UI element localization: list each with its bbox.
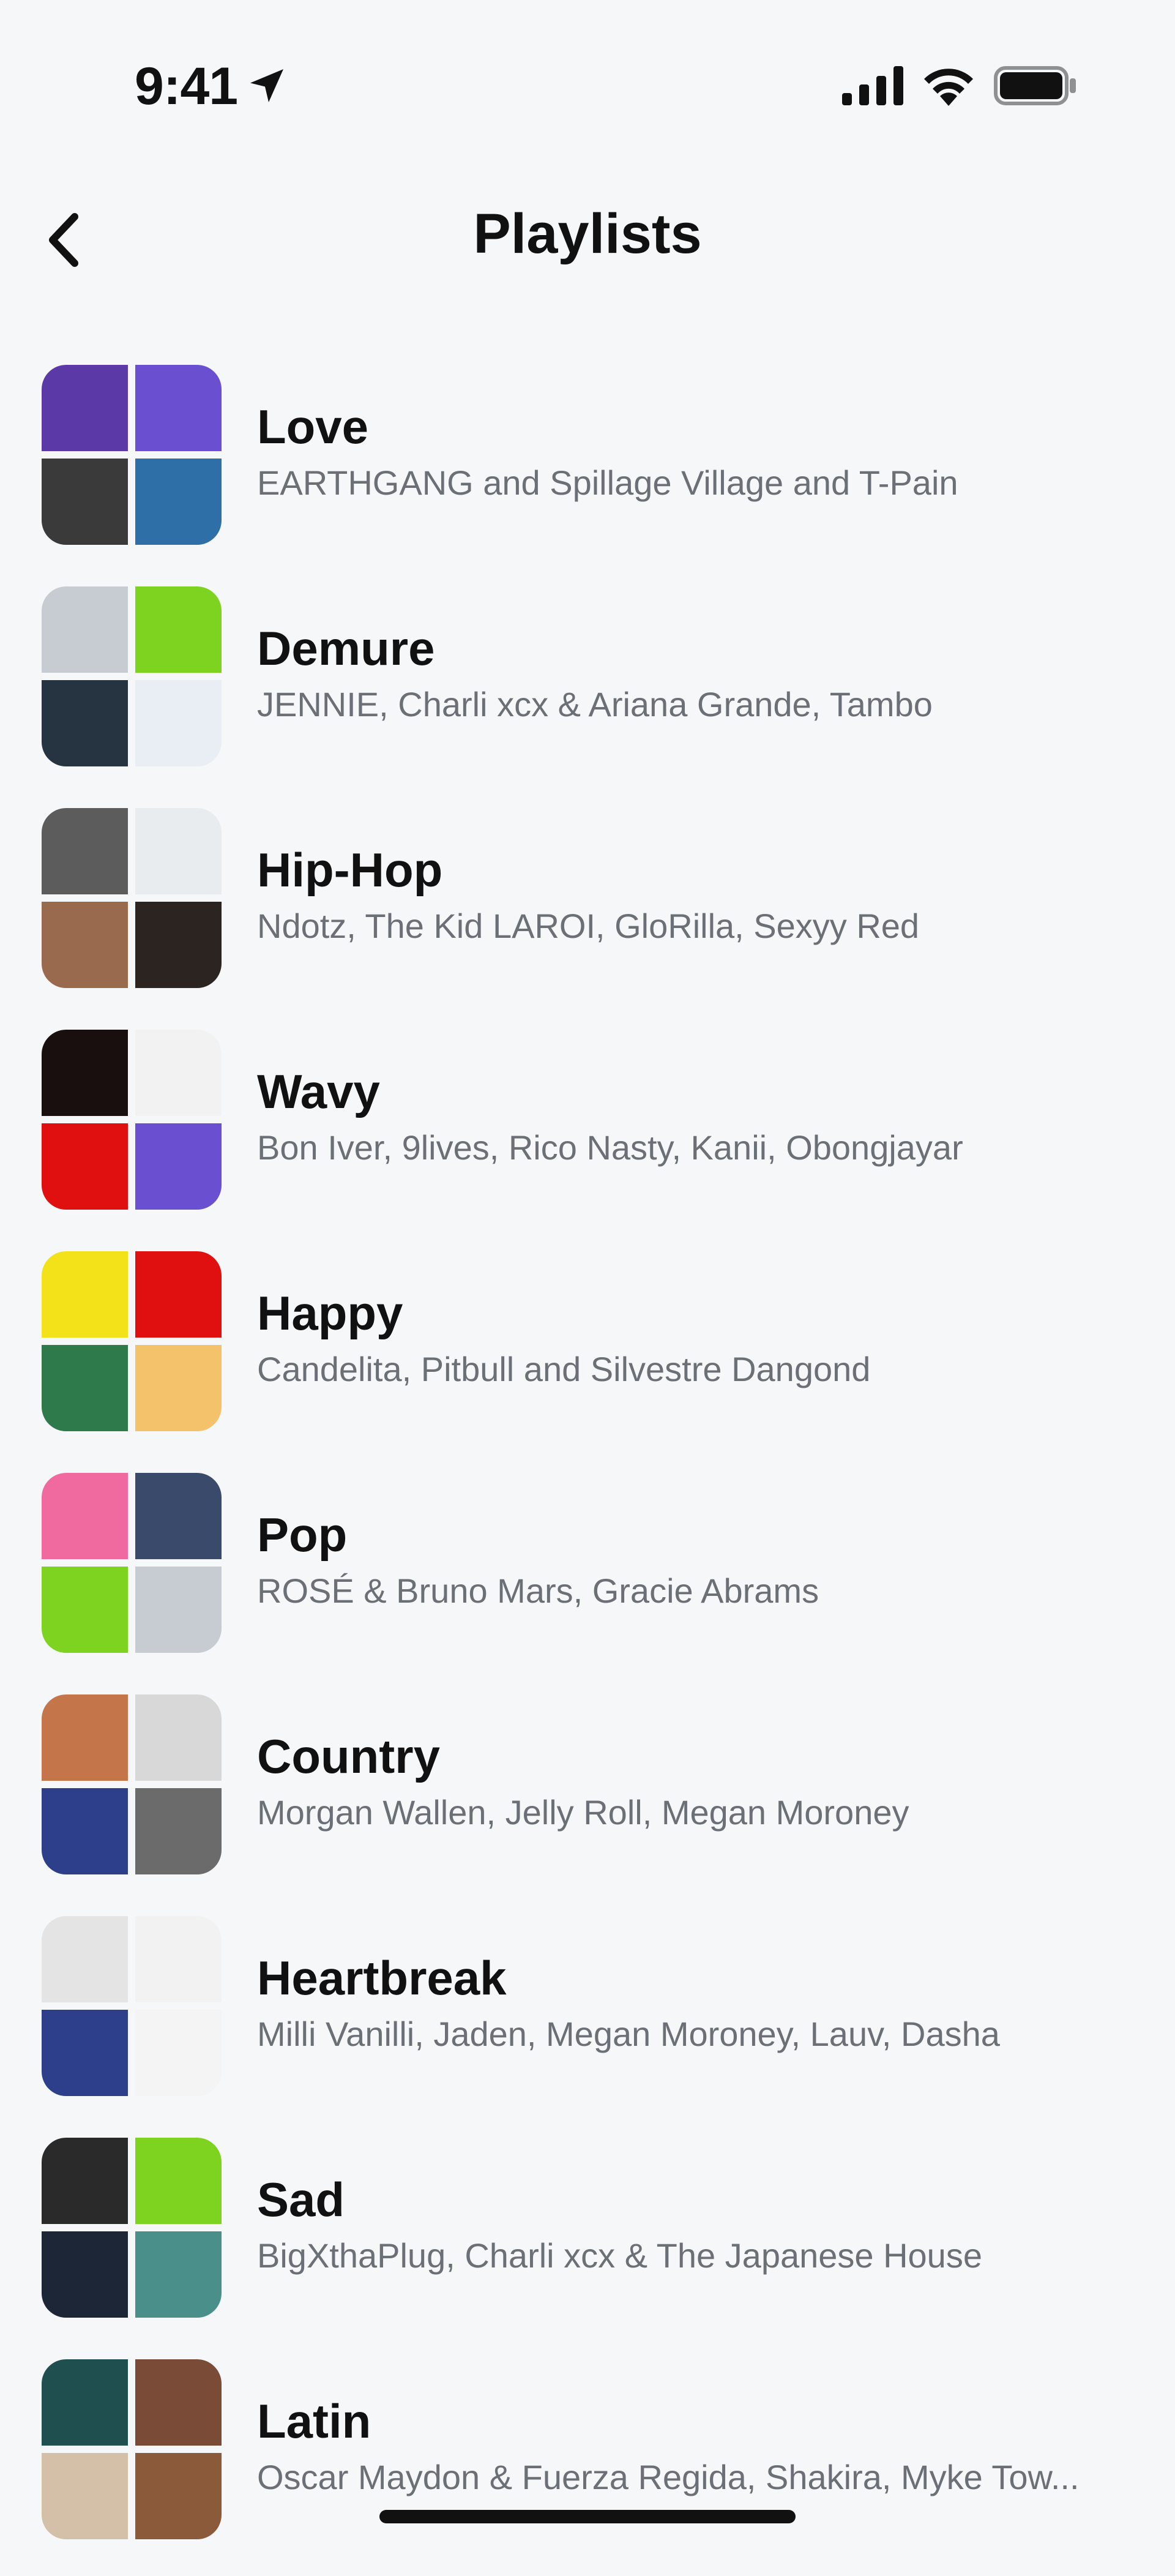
- album-art: [42, 2010, 128, 2096]
- album-art: [135, 680, 222, 766]
- album-art: [135, 1916, 222, 2002]
- playlist-artists: Oscar Maydon & Fuerza Regida, Shakira, M…: [257, 2458, 1080, 2496]
- playlist-title: Demure: [257, 621, 435, 675]
- album-art: [42, 1473, 128, 1559]
- page-title: Playlists: [473, 203, 702, 265]
- wifi-icon: [924, 69, 973, 106]
- playlist-artists: Candelita, Pitbull and Silvestre Dangond: [257, 1350, 871, 1388]
- playlist-row-hip-hop[interactable]: Hip-Hop Ndotz, The Kid LAROI, GloRilla, …: [0, 803, 1175, 1025]
- playlist-title: Latin: [257, 2394, 371, 2448]
- album-art: [135, 1567, 222, 1653]
- album-art: [135, 2453, 222, 2539]
- cellular-signal-icon: [842, 66, 903, 105]
- album-art: [135, 1123, 222, 1210]
- playlist-list: Love EARTHGANG and Spillage Village and …: [0, 360, 1175, 2576]
- playlist-artists: JENNIE, Charli xcx & Ariana Grande, Tamb…: [257, 685, 933, 724]
- playlist-title: Pop: [257, 1508, 348, 1562]
- album-art: [42, 586, 128, 673]
- playlist-row-heartbreak[interactable]: Heartbreak Milli Vanilli, Jaden, Megan M…: [0, 1911, 1175, 2133]
- album-art: [135, 2359, 222, 2446]
- album-art: [135, 459, 222, 545]
- playlist-artists: EARTHGANG and Spillage Village and T-Pai…: [257, 463, 958, 502]
- playlist-title: Love: [257, 400, 369, 454]
- album-art: [42, 808, 128, 894]
- playlist-title: Country: [257, 1729, 440, 1783]
- playlist-artists: Milli Vanilli, Jaden, Megan Moroney, Lau…: [257, 2015, 1000, 2053]
- album-art: [42, 1567, 128, 1653]
- playlist-title: Heartbreak: [257, 1951, 507, 2005]
- playlist-cover: [42, 1473, 222, 1653]
- album-art: [135, 2010, 222, 2096]
- album-art: [42, 2138, 128, 2224]
- album-art: [42, 2359, 128, 2446]
- playlist-row-wavy[interactable]: Wavy Bon Iver, 9lives, Rico Nasty, Kanii…: [0, 1025, 1175, 1246]
- album-art: [42, 365, 128, 451]
- album-art: [42, 1251, 128, 1338]
- album-art: [135, 902, 222, 988]
- album-art: [42, 1788, 128, 1874]
- playlist-cover: [42, 2138, 222, 2318]
- playlist-title: Hip-Hop: [257, 843, 443, 897]
- album-art: [42, 1694, 128, 1781]
- playlist-cover: [42, 1916, 222, 2096]
- album-art: [135, 1345, 222, 1431]
- playlist-artists: ROSÉ & Bruno Mars, Gracie Abrams: [257, 1571, 819, 1610]
- playlist-row-love[interactable]: Love EARTHGANG and Spillage Village and …: [0, 360, 1175, 582]
- playlist-cover: [42, 1251, 222, 1431]
- playlist-artists: Bon Iver, 9lives, Rico Nasty, Kanii, Obo…: [257, 1128, 963, 1167]
- album-art: [135, 365, 222, 451]
- playlist-row-pop[interactable]: Pop ROSÉ & Bruno Mars, Gracie Abrams: [0, 1468, 1175, 1690]
- playlist-row-country[interactable]: Country Morgan Wallen, Jelly Roll, Megan…: [0, 1690, 1175, 1911]
- playlist-row-demure[interactable]: Demure JENNIE, Charli xcx & Ariana Grand…: [0, 582, 1175, 803]
- album-art: [135, 808, 222, 894]
- playlist-cover: [42, 2359, 222, 2539]
- playlist-cover: [42, 1030, 222, 1210]
- album-art: [42, 1123, 128, 1210]
- playlist-artists: Morgan Wallen, Jelly Roll, Megan Moroney: [257, 1793, 909, 1832]
- playlist-cover: [42, 808, 222, 988]
- playlist-cover: [42, 365, 222, 545]
- playlist-title: Wavy: [257, 1065, 380, 1118]
- album-art: [135, 2231, 222, 2318]
- playlist-row-sad[interactable]: Sad BigXthaPlug, Charli xcx & The Japane…: [0, 2133, 1175, 2354]
- playlist-row-latin[interactable]: Latin Oscar Maydon & Fuerza Regida, Shak…: [0, 2354, 1175, 2576]
- album-art: [135, 1251, 222, 1338]
- status-bar: 9:41: [0, 0, 1175, 171]
- playlist-title: Sad: [257, 2173, 345, 2226]
- playlist-artists: Ndotz, The Kid LAROI, GloRilla, Sexyy Re…: [257, 907, 920, 945]
- album-art: [42, 2231, 128, 2318]
- playlist-row-happy[interactable]: Happy Candelita, Pitbull and Silvestre D…: [0, 1246, 1175, 1468]
- album-art: [135, 586, 222, 673]
- album-art: [42, 459, 128, 545]
- album-art: [42, 902, 128, 988]
- album-art: [135, 1788, 222, 1874]
- playlist-cover: [42, 586, 222, 766]
- album-art: [42, 1030, 128, 1116]
- playlist-title: Happy: [257, 1286, 403, 1340]
- status-time: 9:41: [135, 57, 238, 116]
- playlist-artists: BigXthaPlug, Charli xcx & The Japanese H…: [257, 2236, 982, 2275]
- album-art: [42, 1345, 128, 1431]
- playlist-cover: [42, 1694, 222, 1874]
- location-arrow-icon: [250, 69, 283, 102]
- album-art: [42, 1916, 128, 2002]
- album-art: [135, 1030, 222, 1116]
- album-art: [135, 1473, 222, 1559]
- album-art: [135, 1694, 222, 1781]
- album-art: [42, 2453, 128, 2539]
- album-art: [42, 680, 128, 766]
- home-indicator[interactable]: [379, 2510, 796, 2523]
- battery-icon: [994, 66, 1076, 105]
- album-art: [135, 2138, 222, 2224]
